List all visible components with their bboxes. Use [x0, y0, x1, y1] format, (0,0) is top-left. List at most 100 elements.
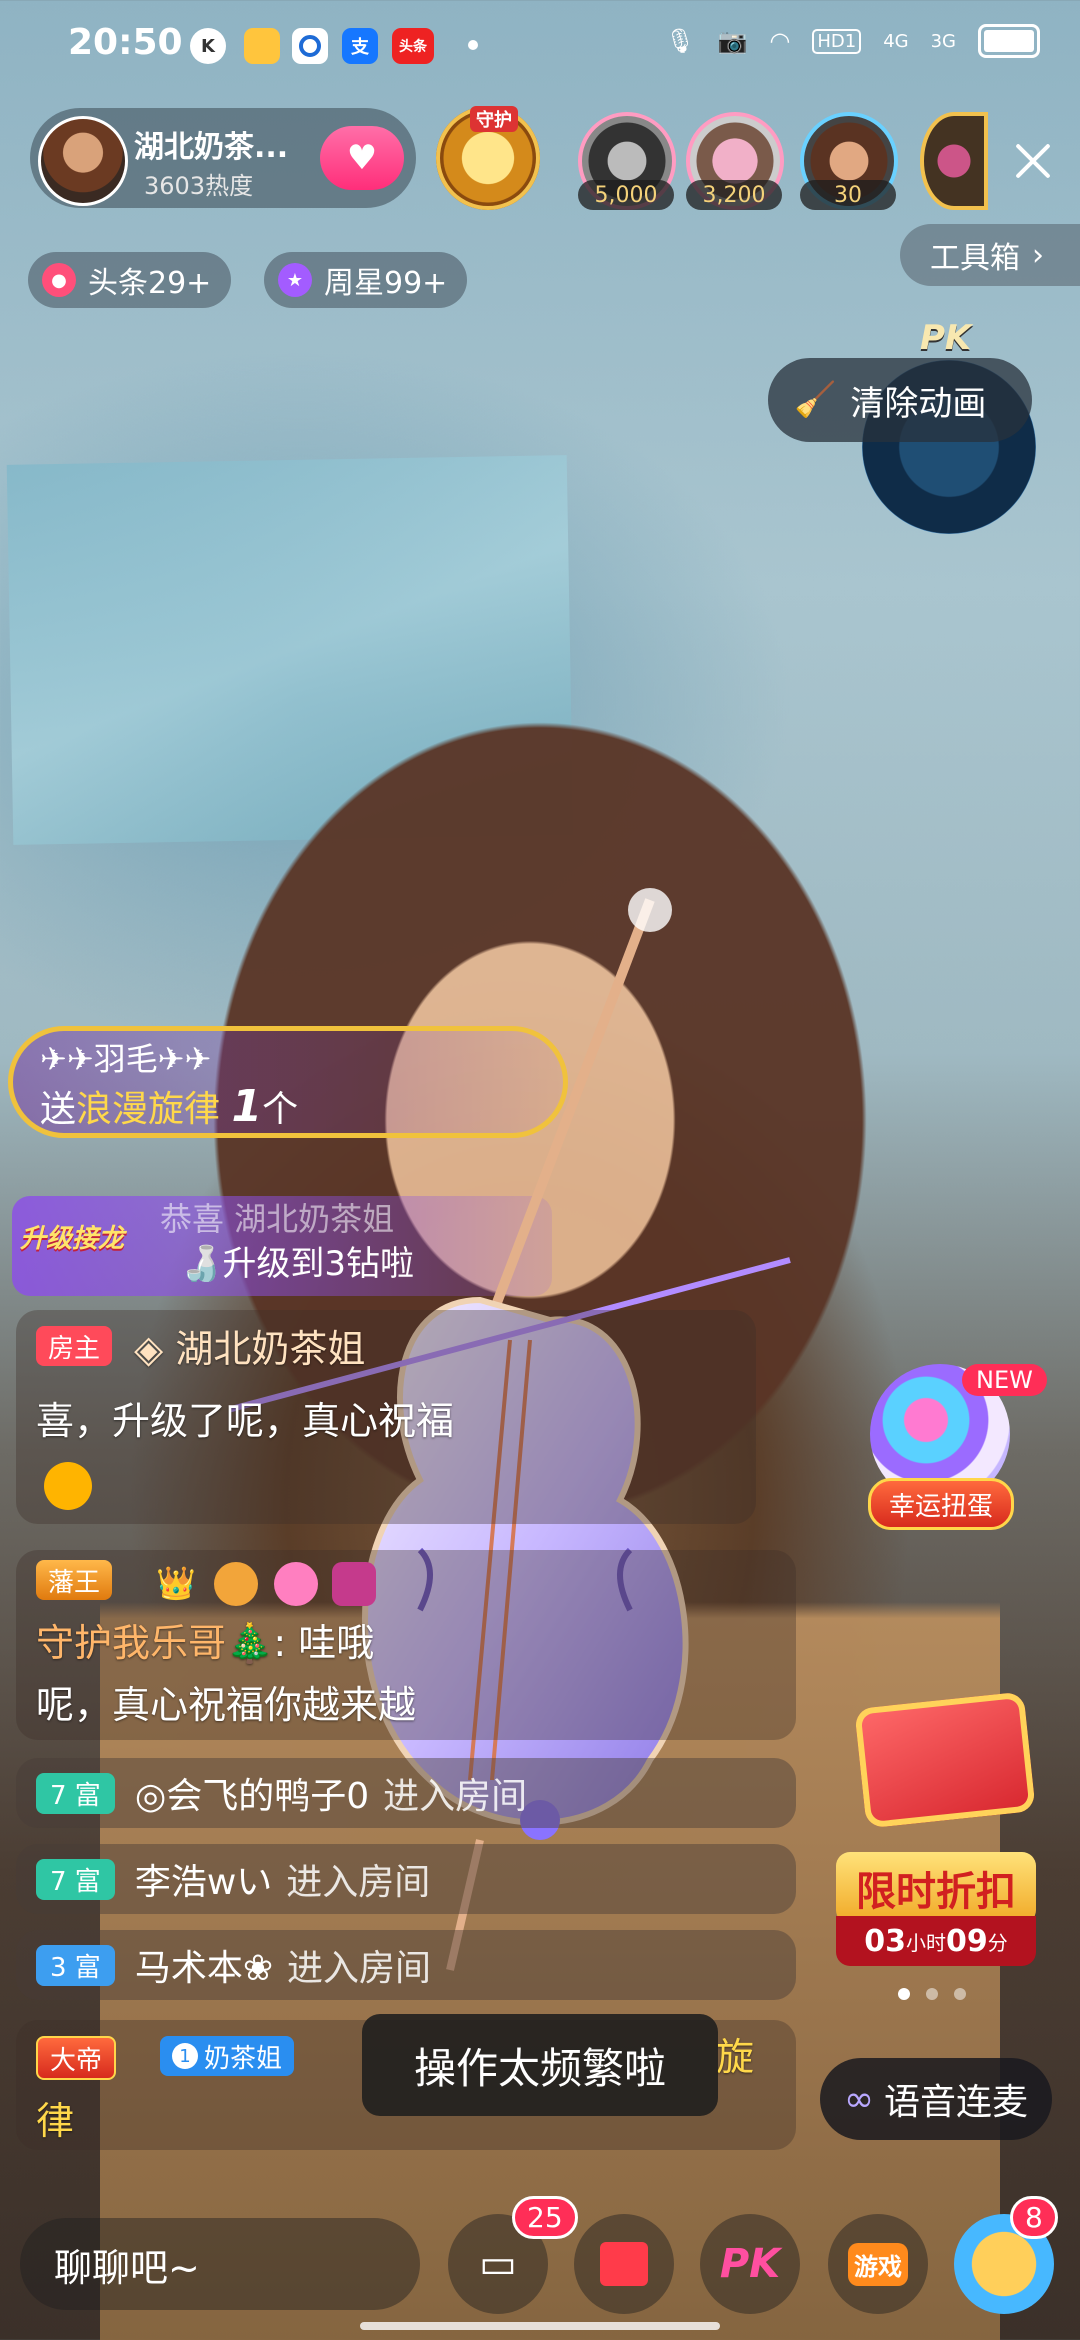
bottle-icon: 🍶 [180, 1244, 223, 1284]
message-icon: ▭ [479, 2241, 517, 2287]
headline-label: 头条29+ [88, 266, 212, 301]
wealth-level-tag: 3 富 [36, 1944, 115, 1986]
emperor-tag: 大帝 [36, 2036, 117, 2080]
wifi-icon: ◠ [769, 27, 791, 55]
chat-text: 喜，升级了呢，真心祝福 [36, 1399, 455, 1443]
chat-line2: 律 [36, 2099, 75, 2143]
chat-user: ◈ 湖北奶茶姐 [134, 1318, 365, 1373]
chat-text: : 哇哦 [273, 1621, 375, 1665]
voice-mic-button[interactable]: ∞ 语音连麦 [820, 2058, 1052, 2140]
lucky-capsule-label[interactable]: 幸运扭蛋 [868, 1478, 1014, 1530]
chat-username: 湖北奶茶姐 [175, 1327, 366, 1371]
gift-sender: ✈✈羽毛✈✈ [40, 1040, 212, 1078]
enter-action: 进入房间 [383, 1776, 528, 1817]
camera-icon: 📷 [717, 27, 748, 55]
signal-4g-icon: 4G [883, 30, 909, 52]
heart-icon: ♥ [346, 138, 378, 178]
gift-box-icon[interactable] [854, 1691, 1036, 1829]
wealth-level-tag: 7 富 [36, 1858, 115, 1900]
fan-badge-label: 奶茶姐 [204, 2043, 283, 2074]
countdown-hours: 03 [864, 1923, 906, 1959]
status-bar: 20:50 K 支 头条 🎙 📷 ◠ HD1 4G 3G [0, 0, 1080, 96]
voice-mic-label: 语音连麦 [883, 2082, 1028, 2123]
gift-prefix: 送 [40, 1089, 77, 1130]
battery-icon [978, 24, 1040, 58]
notification-dot-icon [468, 40, 478, 50]
carousel-dot [954, 1988, 966, 2000]
carousel-dot [926, 1988, 938, 2000]
countdown-minutes-unit: 分 [987, 1930, 1008, 1955]
chat-line1: 守护我乐哥🎄: 哇哦 [36, 1612, 374, 1667]
carousel-dots [898, 1988, 966, 2000]
viewer-contribution: 3,200 [686, 180, 782, 210]
star-icon: ★ [278, 263, 312, 297]
hd-icon: HD1 [812, 28, 862, 54]
link-icon: ∞ [843, 2078, 874, 2120]
clear-animation-button[interactable]: 🧹 清除动画 [768, 358, 1032, 442]
fan-badge: 1 奶茶姐 [160, 2036, 295, 2076]
monkey-badge-icon [332, 1562, 376, 1606]
mic-icon: 🎙 [665, 27, 696, 55]
pk-bubble-label: PK [920, 318, 972, 358]
host-avatar[interactable] [38, 116, 128, 206]
broom-icon: 🧹 [794, 380, 837, 420]
viewer-contribution: 5,000 [578, 180, 674, 210]
game-icon: 游戏 [848, 2242, 908, 2286]
chat-line2: 呢，真心祝福你越来越 [36, 1683, 417, 1727]
gift-name: 浪漫旋律 [76, 1089, 221, 1130]
gift-button[interactable] [574, 2214, 674, 2314]
clear-animation-label: 清除动画 [850, 383, 987, 424]
guard-label: 守护 [470, 106, 518, 132]
smile-emoji-icon [44, 1462, 92, 1510]
alipay-app-icon: 支 [342, 28, 378, 64]
more-count-badge: 8 [1010, 2196, 1058, 2239]
gift-icon [600, 2242, 648, 2286]
chat-text-tail: 旋 [716, 2035, 755, 2079]
weekly-star-pill[interactable]: ★ 周星99+ [264, 252, 468, 308]
toast-message: 操作太频繁啦 [362, 2014, 718, 2116]
host-tag: 房主 [36, 1326, 113, 1366]
host-card[interactable]: 湖北奶茶... 3603热度 ♥ [30, 108, 416, 208]
prince-tag: 藩王 [36, 1560, 113, 1600]
chat-username: 守护我乐哥🎄 [36, 1621, 274, 1665]
countdown-minutes: 09 [946, 1923, 988, 1959]
enter-room-row: 3 富 马术本❀ 进入房间 [16, 1930, 796, 2000]
weekly-star-label: 周星99+ [324, 266, 448, 301]
pk-button[interactable]: PK [700, 2214, 800, 2314]
follow-button[interactable]: ♥ [320, 126, 404, 190]
game-button[interactable]: 游戏 [828, 2214, 928, 2314]
limited-sale-label[interactable]: 限时折扣 [836, 1852, 1036, 1924]
signal-3g-icon: 3G [930, 30, 956, 52]
chevron-right-icon: › [1032, 237, 1044, 273]
message-count-badge: 25 [512, 2196, 578, 2239]
enter-user: ◎会飞的鸭子0 [134, 1776, 370, 1817]
viewer-contribution: 30 [800, 180, 896, 210]
home-indicator[interactable] [360, 2322, 720, 2330]
fan-level: 1 [172, 2043, 198, 2069]
close-icon[interactable] [1010, 138, 1056, 184]
crown-icon: 👑 [156, 1564, 196, 1602]
heart-badge-icon [274, 1562, 318, 1606]
diamond-icon: ◈ [134, 1327, 176, 1371]
status-time: 20:50 [68, 22, 183, 63]
upgrade-badge: 升级接龙 [20, 1224, 125, 1254]
enter-user: 马术本❀ [134, 1948, 273, 1989]
viewer-avatar[interactable] [920, 112, 988, 210]
toutiao-app-icon: 头条 [392, 28, 434, 64]
countdown-hours-unit: 小时 [906, 1930, 946, 1955]
chat-input[interactable]: 聊聊吧~ [20, 2218, 420, 2310]
k-app-icon: K [190, 28, 226, 64]
notes-app-icon [244, 28, 280, 64]
sale-countdown: 03 小时 09 分 [836, 1916, 1036, 1966]
wealth-level-tag: 7 富 [36, 1772, 115, 1814]
enter-user: 李浩wい [134, 1862, 273, 1903]
enter-action: 进入房间 [286, 1948, 431, 1989]
headline-pill[interactable]: ● 头条29+ [28, 252, 232, 308]
enter-room-row: 7 富 ◎会飞的鸭子0 进入房间 [16, 1758, 796, 1828]
toolbox-button[interactable]: 工具箱 › [900, 224, 1080, 286]
browser-app-icon [292, 28, 328, 64]
flame-icon: ● [42, 263, 76, 297]
enter-action: 进入房间 [286, 1862, 431, 1903]
new-badge: NEW [962, 1364, 1047, 1396]
host-name: 湖北奶茶... [134, 130, 289, 165]
